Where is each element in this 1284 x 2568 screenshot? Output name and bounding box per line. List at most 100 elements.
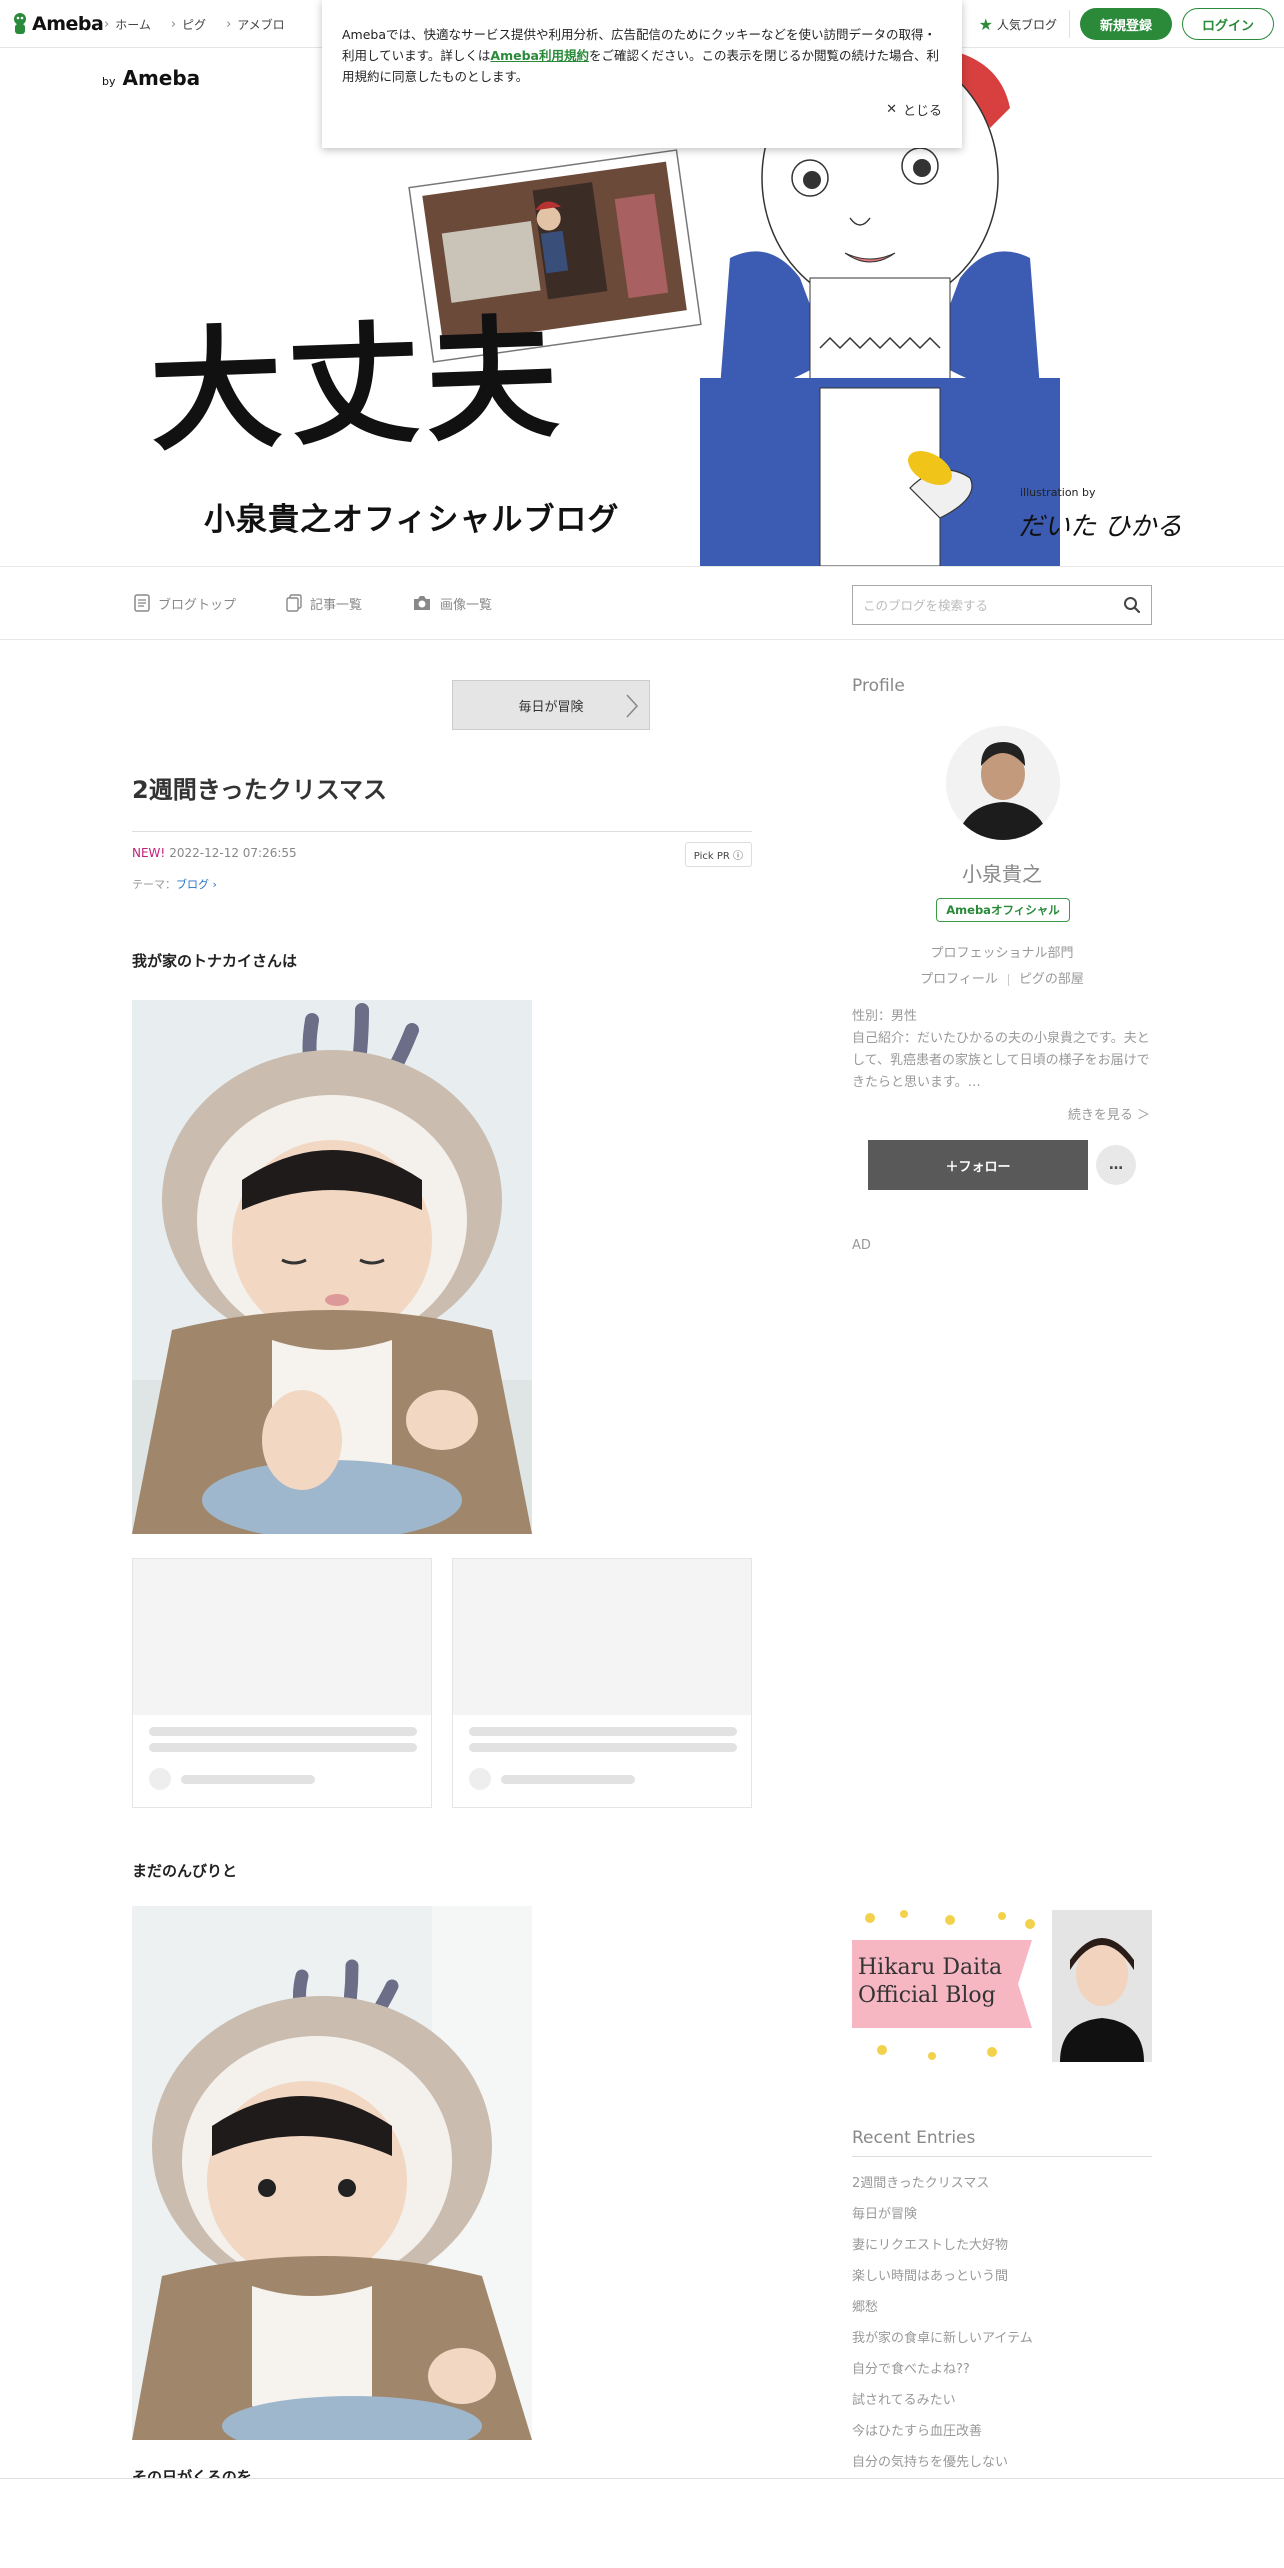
profile-links: プロフィール ピグの部屋 <box>852 968 1152 987</box>
banner-title-line2: Official Blog <box>858 1983 996 2008</box>
illustrator-signature: だいた ひかる <box>1018 512 1183 542</box>
pigg-room-link[interactable]: ピグの部屋 <box>1019 972 1084 987</box>
search-icon[interactable] <box>1123 596 1141 614</box>
recent-entry-link[interactable]: 毎日が冒険 <box>852 2203 1152 2234</box>
bottom-bar <box>0 2479 1284 2568</box>
recent-entry-link[interactable]: 妻にリクエストした大好物 <box>852 2234 1152 2265</box>
document-icon <box>134 594 150 612</box>
chevron-right-icon <box>626 694 639 718</box>
terms-link[interactable]: Ameba利用規約 <box>490 48 589 63</box>
by-ameba-brand: Ameba <box>122 66 201 90</box>
profile-name[interactable]: 小泉貴之 <box>852 858 1152 887</box>
cookie-close-button[interactable]: ✕ とじる <box>886 100 942 119</box>
nav-blog-top[interactable]: ブログトップ <box>134 594 236 613</box>
copy-icon <box>286 594 302 612</box>
banner-title: Hikaru Daita Official Blog <box>858 1954 1002 2010</box>
skeleton-line <box>469 1743 737 1752</box>
blog-title-art: 大丈夫 <box>147 301 567 471</box>
article-image[interactable] <box>132 1906 532 2440</box>
skeleton-line <box>181 1775 315 1784</box>
more-menu-button[interactable]: … <box>1096 1145 1136 1185</box>
blog-search <box>852 585 1152 625</box>
article-image[interactable] <box>132 1000 532 1534</box>
article-title[interactable]: 2週間きったクリスマス <box>132 770 752 832</box>
popular-blogs-label: 人気ブログ <box>996 17 1057 32</box>
baby-reindeer-photo <box>132 1906 532 2440</box>
blog-nav-items: ブログトップ 記事一覧 画像一覧 <box>134 567 492 639</box>
star-icon: ★ <box>978 14 993 34</box>
baby-reindeer-photo <box>132 1000 532 1534</box>
author-portrait-photo <box>946 726 1060 840</box>
prev-entry-button[interactable]: 毎日が冒険 <box>452 680 650 730</box>
new-badge: NEW! <box>132 846 166 860</box>
ad-card-image-placeholder <box>453 1559 751 1715</box>
nav-pigg[interactable]: ピグ <box>171 16 206 33</box>
recent-entry-link[interactable]: 楽しい時間はあっという間 <box>852 2265 1152 2296</box>
profile-bio: 性別：男性 自己紹介：だいたひかるの夫の小泉貴之です。夫として、乳癌患者の家族と… <box>852 1009 1150 1090</box>
ad-card-placeholder[interactable] <box>452 1558 752 1808</box>
recent-entry-link[interactable]: 自分で食べたよね?? <box>852 2358 1152 2389</box>
article-date: 2022-12-12 07:26:55 <box>169 846 297 860</box>
skeleton-avatar <box>149 1768 171 1790</box>
login-button[interactable]: ログイン <box>1182 8 1274 40</box>
recent-entry-link[interactable]: 我が家の食卓に新しいアイテム <box>852 2327 1152 2358</box>
follow-button[interactable]: ＋フォロー <box>868 1140 1088 1190</box>
profile-division: プロフェッショナル部門 <box>930 946 1074 961</box>
theme-link-label: ブログ <box>176 878 209 891</box>
recent-entry-link[interactable]: 今はひたすら血圧改善 <box>852 2420 1152 2451</box>
ad-card-image-placeholder <box>133 1559 431 1715</box>
cookie-banner: Amebaでは、快適なサービス提供や利用分析、広告配信のためにクッキーなどを使い… <box>322 0 962 148</box>
profile-link[interactable]: プロフィール <box>920 972 998 987</box>
blog-subtitle-art: 小泉貴之オフィシャルブログ <box>204 502 620 538</box>
illustration-credit-label: illustration by <box>1020 486 1096 499</box>
ameba-logo[interactable]: Ameba <box>12 10 104 38</box>
profile-avatar[interactable] <box>946 726 1060 840</box>
article-paragraph: まだのんびりと <box>132 1862 238 1880</box>
nav-home[interactable]: ホーム <box>104 16 151 33</box>
nav-image-list-label: 画像一覧 <box>440 597 493 613</box>
article-paragraph: 我が家のトナカイさんは <box>132 952 298 970</box>
signup-button[interactable]: 新規登録 <box>1080 8 1172 40</box>
nav-image-list[interactable]: 画像一覧 <box>412 594 492 613</box>
recent-entries-heading: Recent Entries <box>852 2128 1152 2157</box>
camera-icon <box>414 596 431 610</box>
blog-search-input[interactable] <box>853 586 1103 624</box>
cookie-text: Amebaでは、快適なサービス提供や利用分析、広告配信のためにクッキーなどを使い… <box>342 24 942 87</box>
recent-entry-link[interactable]: 郷愁 <box>852 2296 1152 2327</box>
skeleton-line <box>149 1743 417 1752</box>
profile-heading: Profile <box>852 676 905 696</box>
header-actions: ★ 人気ブログ 新規登録 ログイン <box>979 8 1274 40</box>
skeleton-line <box>469 1727 737 1736</box>
prev-entry-label: 毎日が冒険 <box>518 699 584 715</box>
nav-entry-list[interactable]: 記事一覧 <box>286 594 362 613</box>
article-meta: NEW! 2022-12-12 07:26:55 Pick PR ⓘ <box>132 842 752 867</box>
recent-entry-link[interactable]: 2週間きったクリスマス <box>852 2172 1152 2203</box>
official-badge: Amebaオフィシャル <box>936 898 1070 922</box>
ameba-mascot-icon <box>14 13 26 34</box>
global-nav: ホーム ピグ アメブロ <box>104 0 284 48</box>
recent-entries-list: 2週間きったクリスマス 毎日が冒険 妻にリクエストした大好物 楽しい時間はあっと… <box>852 2172 1152 2482</box>
by-ameba-logo: by Ameba <box>102 66 200 90</box>
skeleton-avatar <box>469 1768 491 1790</box>
article-theme: テーマ：ブログ › <box>132 876 217 892</box>
ad-label: AD <box>852 1238 871 1253</box>
recent-entry-link[interactable]: 試されてるみたい <box>852 2389 1152 2420</box>
nav-entry-list-label: 記事一覧 <box>310 597 363 613</box>
skeleton-line <box>149 1727 417 1736</box>
ameba-wordmark: Ameba <box>32 13 104 35</box>
pick-pr-badge[interactable]: Pick PR ⓘ <box>684 842 752 867</box>
nav-ameblo[interactable]: アメブロ <box>226 16 284 33</box>
nav-blog-top-label: ブログトップ <box>158 597 237 613</box>
read-more-link[interactable]: 続きを見る ＞ <box>1068 1104 1150 1123</box>
close-icon: ✕ <box>886 102 897 117</box>
by-label: by <box>102 75 116 88</box>
banner-title-line1: Hikaru Daita <box>858 1955 1003 1980</box>
popular-blogs-link[interactable]: ★ 人気ブログ <box>979 10 1070 38</box>
divider <box>1007 973 1009 986</box>
hikaru-daita-blog-banner[interactable]: Hikaru Daita Official Blog <box>852 1910 1152 2062</box>
skeleton-line <box>501 1775 635 1784</box>
theme-label: テーマ： <box>132 878 176 891</box>
theme-link[interactable]: ブログ › <box>176 878 217 891</box>
ad-card-placeholder[interactable] <box>132 1558 432 1808</box>
blog-nav: ブログトップ 記事一覧 画像一覧 <box>0 566 1284 640</box>
